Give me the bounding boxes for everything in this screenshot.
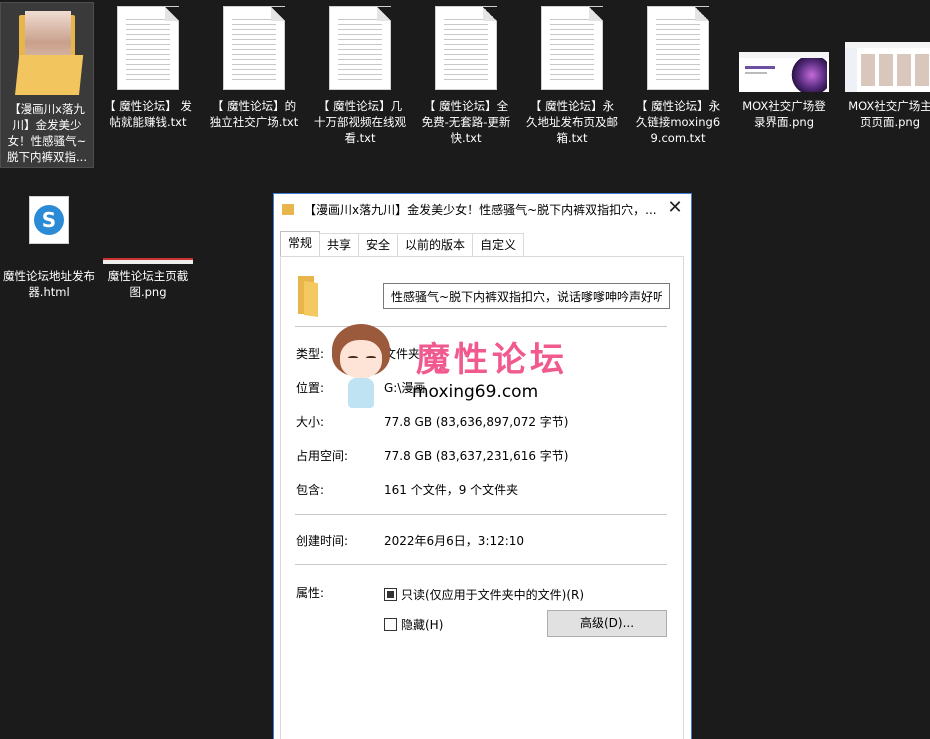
folder-icon bbox=[282, 203, 294, 215]
file-label: 【 魔性论坛】 发帖就能赚钱.txt bbox=[104, 99, 192, 129]
tab-strip: 常规 共享 安全 以前的版本 自定义 bbox=[280, 231, 525, 257]
separator bbox=[295, 514, 667, 515]
file-folder-main[interactable]: 【漫画川x落九川】金发美少女！性感骚气~脱下内裤双指... bbox=[0, 2, 94, 168]
image-thumbnail-icon bbox=[845, 42, 930, 92]
file-label: MOX社交广场登录界面.png bbox=[742, 99, 826, 129]
tab-sharing[interactable]: 共享 bbox=[319, 233, 360, 257]
text-file-icon bbox=[223, 6, 285, 90]
file-txt-6[interactable]: 【 魔性论坛】永久链接moxing69.com.txt bbox=[629, 6, 727, 146]
watermark-title: 魔性论坛 bbox=[416, 340, 568, 380]
advanced-button[interactable]: 高级(D)... bbox=[547, 610, 667, 637]
image-thumbnail-icon bbox=[103, 258, 193, 264]
folder-name-input[interactable] bbox=[383, 283, 670, 309]
checkbox-partial-icon bbox=[384, 588, 397, 601]
tab-customize[interactable]: 自定义 bbox=[472, 233, 525, 257]
dialog-title: 【漫画川x落九川】金发美少女！性感骚气~脱下内裤双指扣穴，... bbox=[304, 202, 657, 217]
browser-html-icon: S bbox=[29, 196, 69, 244]
file-txt-3[interactable]: 【 魔性论坛】几十万部视频在线观看.txt bbox=[311, 6, 409, 146]
text-file-icon bbox=[117, 6, 179, 90]
file-label: 【 魔性论坛】永久链接moxing69.com.txt bbox=[635, 99, 721, 145]
tab-general[interactable]: 常规 bbox=[280, 231, 321, 257]
file-txt-2[interactable]: 【 魔性论坛】的独立社交广场.txt bbox=[205, 6, 303, 130]
properties-dialog: 【漫画川x落九川】金发美少女！性感骚气~脱下内裤双指扣穴，... ✕ 常规 共享… bbox=[273, 193, 692, 739]
readonly-checkbox[interactable]: 只读(仅应用于文件夹中的文件)(R) bbox=[384, 586, 584, 603]
folder-large-icon bbox=[296, 276, 322, 317]
disk-size-label: 占用空间: bbox=[296, 449, 349, 463]
folder-thumbnail-icon bbox=[15, 9, 84, 97]
file-txt-4[interactable]: 【 魔性论坛】全免费-无套路-更新快.txt bbox=[417, 6, 515, 146]
watermark-overlay: 魔性论坛 moxing69.com bbox=[320, 322, 600, 418]
text-file-icon bbox=[329, 6, 391, 90]
watermark-url: moxing69.com bbox=[412, 382, 539, 402]
text-file-icon bbox=[435, 6, 497, 90]
file-label: 【 魔性论坛】全免费-无套路-更新快.txt bbox=[421, 99, 511, 145]
file-label: 魔性论坛主页截图.png bbox=[107, 269, 189, 299]
attributes-label: 属性: bbox=[296, 586, 325, 600]
close-button[interactable]: ✕ bbox=[659, 194, 691, 224]
image-thumbnail-icon bbox=[739, 52, 829, 92]
text-file-icon bbox=[647, 6, 709, 90]
file-label: 【 魔性论坛】几十万部视频在线观看.txt bbox=[314, 99, 406, 145]
file-txt-5[interactable]: 【 魔性论坛】永久地址发布页及邮箱.txt bbox=[523, 6, 621, 146]
contains-label: 包含: bbox=[296, 483, 325, 497]
separator bbox=[295, 564, 667, 565]
cartoon-girl-icon bbox=[326, 324, 396, 414]
hidden-checkbox[interactable]: 隐藏(H) bbox=[384, 616, 443, 633]
file-label: MOX社交广场主页页面.png bbox=[848, 99, 930, 129]
tab-security[interactable]: 安全 bbox=[358, 233, 399, 257]
file-label: 【漫画川x落九川】金发美少女！性感骚气~脱下内裤双指... bbox=[7, 102, 87, 164]
file-html[interactable]: S 魔性论坛地址发布器.html bbox=[0, 196, 98, 300]
tab-previous-versions[interactable]: 以前的版本 bbox=[397, 233, 474, 257]
file-txt-1[interactable]: 【 魔性论坛】 发帖就能赚钱.txt bbox=[99, 6, 197, 130]
file-png-screenshot[interactable]: 魔性论坛主页截图.png bbox=[99, 258, 197, 300]
file-png-home[interactable]: MOX社交广场主页页面.png bbox=[841, 42, 930, 130]
file-label: 【 魔性论坛】的独立社交广场.txt bbox=[209, 99, 299, 129]
readonly-label: 只读(仅应用于文件夹中的文件)(R) bbox=[401, 588, 585, 602]
checkbox-icon bbox=[384, 618, 397, 631]
disk-size-value: 77.8 GB (83,637,231,616 字节) bbox=[384, 449, 569, 463]
contains-value: 161 个文件，9 个文件夹 bbox=[384, 483, 519, 497]
text-file-icon bbox=[541, 6, 603, 90]
created-label: 创建时间: bbox=[296, 534, 349, 548]
file-png-login[interactable]: MOX社交广场登录界面.png bbox=[735, 52, 833, 130]
dialog-titlebar[interactable]: 【漫画川x落九川】金发美少女！性感骚气~脱下内裤双指扣穴，... ✕ bbox=[274, 194, 691, 224]
file-label: 魔性论坛地址发布器.html bbox=[3, 269, 95, 299]
created-value: 2022年6月6日，3:12:10 bbox=[384, 534, 525, 548]
file-label: 【 魔性论坛】永久地址发布页及邮箱.txt bbox=[526, 99, 618, 145]
hidden-label: 隐藏(H) bbox=[401, 618, 444, 632]
